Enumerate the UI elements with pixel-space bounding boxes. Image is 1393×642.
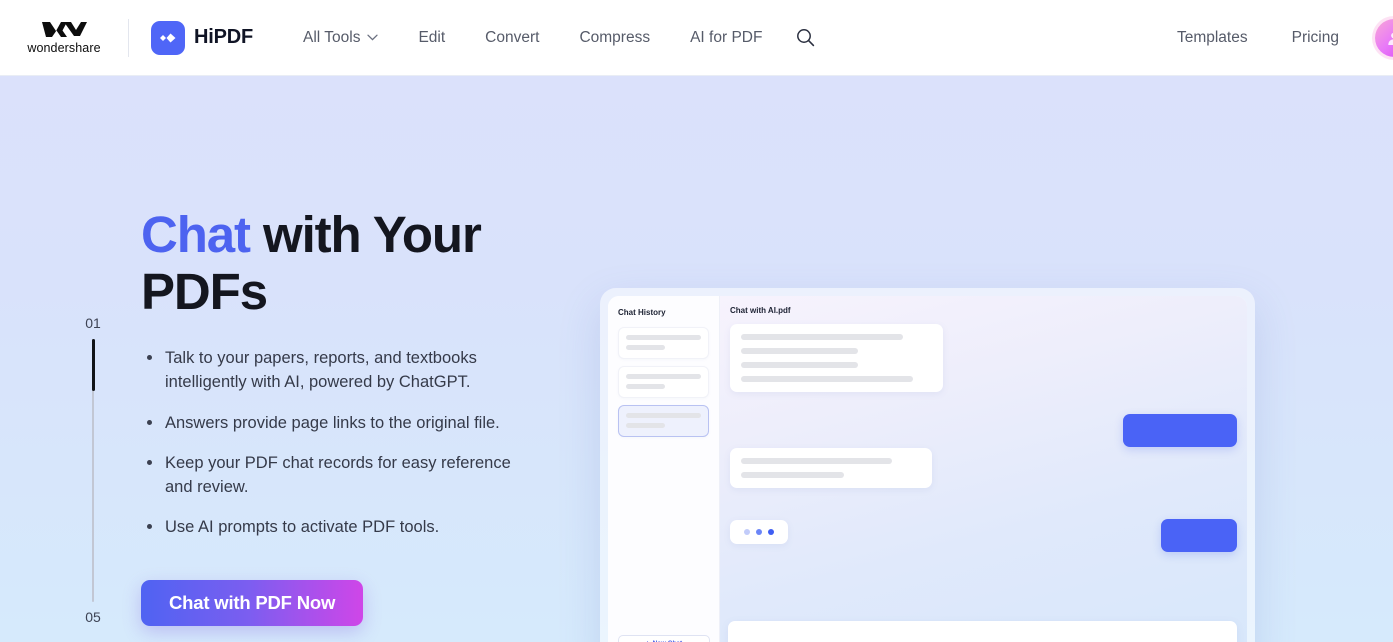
typing-dot bbox=[744, 529, 750, 535]
chat-history-item[interactable] bbox=[618, 327, 709, 359]
app-mockup-frame: Chat History + New Chat bbox=[600, 288, 1255, 642]
list-item: Talk to your papers, reports, and textbo… bbox=[141, 346, 541, 395]
nav-link-compress[interactable]: Compress bbox=[559, 23, 670, 53]
skeleton-line bbox=[741, 376, 913, 382]
ai-message-bubble bbox=[730, 324, 943, 392]
chat-with-pdf-now-button[interactable]: Chat with PDF Now bbox=[141, 579, 364, 626]
skeleton-line bbox=[626, 413, 701, 418]
wondershare-wordmark: wondershare bbox=[27, 41, 101, 55]
step-rail-progress bbox=[92, 339, 95, 391]
hipdf-brand-name: HiPDF bbox=[194, 26, 254, 48]
page-title: Chat with Your PDFs bbox=[141, 206, 571, 320]
skeleton-line bbox=[626, 345, 665, 350]
ai-message-bubble bbox=[730, 448, 932, 488]
nav-link-convert-label: Convert bbox=[485, 28, 540, 46]
nav-link-templates[interactable]: Templates bbox=[1155, 23, 1270, 53]
wondershare-logo[interactable]: wondershare bbox=[18, 20, 110, 55]
chat-message-input[interactable] bbox=[728, 621, 1237, 642]
chat-history-item[interactable] bbox=[618, 366, 709, 398]
nav-divider bbox=[128, 18, 129, 57]
chat-history-title: Chat History bbox=[618, 308, 666, 317]
skeleton-line bbox=[626, 384, 665, 389]
list-item: Use AI prompts to activate PDF tools. bbox=[141, 515, 541, 539]
page-title-accent: Chat bbox=[141, 206, 251, 263]
wondershare-mark-icon bbox=[42, 22, 87, 37]
skeleton-line bbox=[741, 472, 844, 478]
skeleton-line bbox=[741, 348, 858, 354]
skeleton-line bbox=[741, 362, 858, 368]
hipdf-diamond-icon bbox=[151, 20, 185, 55]
mockup-chat-panel: Chat with AI.pdf bbox=[720, 296, 1247, 642]
primary-nav-links: All Tools Edit Convert Compress AI for P… bbox=[283, 23, 820, 53]
skeleton-line bbox=[626, 374, 701, 379]
list-item: Answers provide page links to the origin… bbox=[141, 411, 541, 435]
top-navigation-bar: wondershare HiPDF All Tools Edit Convert… bbox=[0, 0, 1393, 76]
nav-link-pricing-label: Pricing bbox=[1291, 28, 1339, 46]
nav-link-ai-for-pdf[interactable]: AI for PDF bbox=[670, 23, 782, 53]
nav-link-all-tools[interactable]: All Tools bbox=[283, 23, 398, 53]
step-number-current: 01 bbox=[85, 315, 101, 331]
hero-section: 01 05 Chat with Your PDFs Talk to your p… bbox=[0, 76, 1393, 642]
nav-link-all-tools-label: All Tools bbox=[303, 28, 361, 46]
new-chat-button[interactable]: + New Chat bbox=[618, 635, 710, 642]
nav-link-pricing[interactable]: Pricing bbox=[1270, 23, 1361, 53]
chevron-down-icon bbox=[367, 34, 379, 41]
chat-history-item-selected[interactable] bbox=[618, 405, 709, 437]
hero-copy: Chat with Your PDFs Talk to your papers,… bbox=[141, 206, 571, 626]
skeleton-line bbox=[626, 423, 665, 428]
user-message-bubble bbox=[1161, 519, 1237, 552]
user-message-bubble bbox=[1123, 414, 1237, 447]
hipdf-brand[interactable]: HiPDF bbox=[151, 20, 254, 55]
app-mockup: Chat History + New Chat bbox=[608, 296, 1247, 642]
typing-dot bbox=[756, 529, 762, 535]
chat-document-title: Chat with AI.pdf bbox=[730, 306, 791, 315]
list-item: Keep your PDF chat records for easy refe… bbox=[141, 451, 541, 500]
nav-link-ai-for-pdf-label: AI for PDF bbox=[690, 28, 763, 46]
skeleton-line bbox=[626, 335, 701, 340]
typing-dot bbox=[768, 529, 774, 535]
user-avatar-icon[interactable] bbox=[1375, 18, 1393, 57]
nav-link-convert[interactable]: Convert bbox=[465, 23, 559, 53]
carousel-step-rail: 01 05 bbox=[80, 241, 120, 625]
feature-list: Talk to your papers, reports, and textbo… bbox=[141, 346, 571, 540]
nav-link-edit[interactable]: Edit bbox=[398, 23, 465, 53]
nav-link-compress-label: Compress bbox=[579, 28, 651, 46]
nav-link-edit-label: Edit bbox=[418, 28, 446, 46]
typing-dots-icon bbox=[730, 520, 788, 544]
nav-link-templates-label: Templates bbox=[1176, 28, 1248, 46]
search-icon[interactable] bbox=[790, 23, 820, 53]
skeleton-line bbox=[741, 458, 893, 464]
secondary-nav-links: Templates Pricing bbox=[1155, 18, 1393, 57]
mockup-chat-history-sidebar: Chat History + New Chat bbox=[608, 296, 720, 642]
skeleton-line bbox=[741, 334, 904, 340]
step-number-total: 05 bbox=[85, 609, 101, 625]
